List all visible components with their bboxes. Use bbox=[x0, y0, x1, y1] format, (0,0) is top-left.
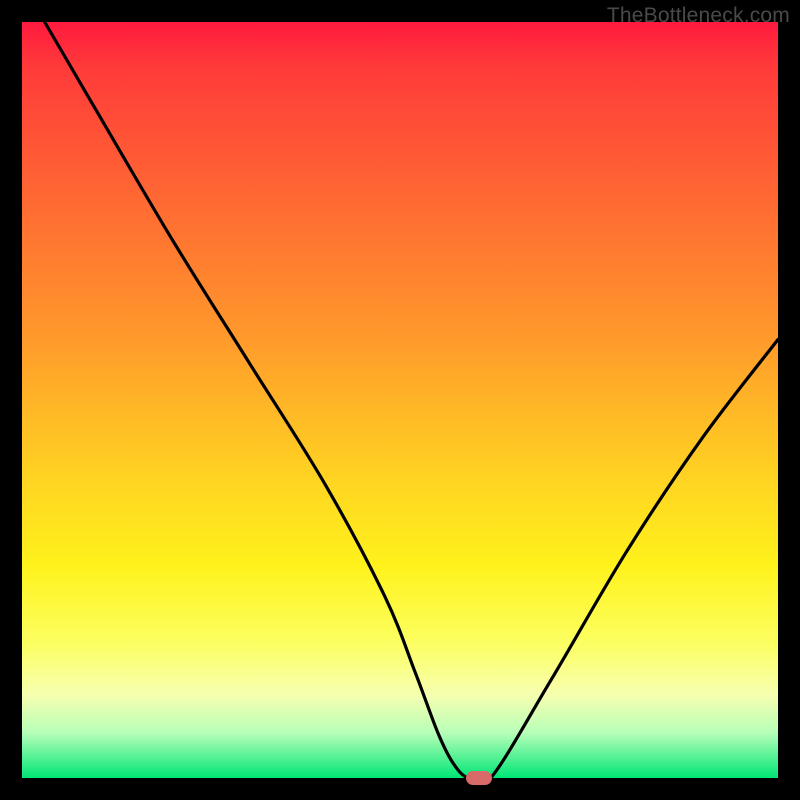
watermark-text: TheBottleneck.com bbox=[607, 4, 790, 28]
plot-area bbox=[22, 22, 778, 778]
chart-frame: TheBottleneck.com bbox=[0, 0, 800, 800]
bottleneck-curve bbox=[22, 22, 778, 778]
optimal-marker bbox=[466, 771, 492, 785]
